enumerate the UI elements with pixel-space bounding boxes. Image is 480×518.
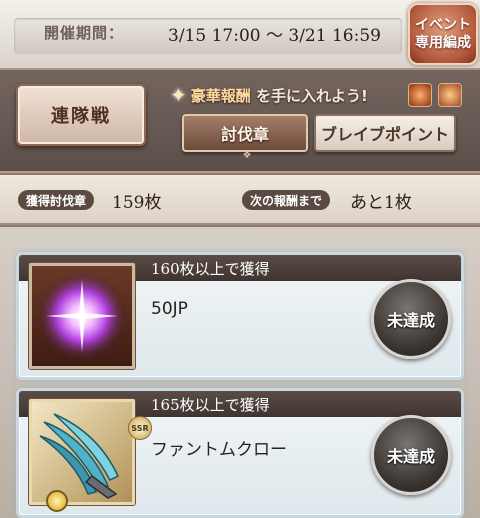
tab-subjugation-badge[interactable]: 討伐章 — [182, 114, 308, 152]
status-button[interactable]: 未達成 — [371, 279, 451, 359]
acquired-label: 獲得討伐章 — [18, 190, 95, 210]
reward-banner-text-b: を手に入れよう! — [256, 86, 368, 105]
item-frame: SSR — [29, 399, 152, 512]
reward-banner-text-a: 豪華報酬 — [190, 86, 251, 105]
period-label: 開催期間： — [44, 24, 125, 42]
item-name: ファントムクロー — [151, 440, 287, 460]
acquired-value: 159枚 — [112, 193, 162, 213]
rarity-badge: SSR — [128, 416, 152, 440]
tab-brave-point[interactable]: ブレイブポイント — [314, 114, 456, 152]
period-value: 3/15 17:00 〜 3/21 16:59 — [168, 26, 381, 46]
event-formation-button[interactable]: イベント 専用編成 — [408, 3, 478, 65]
reward-threshold: 165枚以上で獲得 — [151, 396, 270, 414]
battle-button[interactable]: 連隊戦 — [16, 84, 146, 146]
reward-preview-icon — [438, 83, 462, 107]
reward-banner: ✦ 豪華報酬 を手に入れよう! — [170, 80, 473, 110]
event-badge-line1: イベント — [415, 17, 471, 33]
ornament-icon: ❖ — [242, 150, 252, 161]
element-icon — [46, 490, 68, 512]
event-badge-line2: 専用編成 — [415, 35, 471, 51]
reward-threshold: 160枚以上で獲得 — [151, 260, 270, 278]
next-reward-label: 次の報酬まで — [242, 190, 331, 210]
reward-card: 165枚以上で獲得 SSR ファントムクロー 未達成 — [16, 388, 464, 518]
reward-banner-text: 豪華報酬 を手に入れよう! — [191, 85, 368, 106]
glowing-orb-icon — [36, 270, 128, 362]
status-button[interactable]: 未達成 — [371, 415, 451, 495]
reward-card: 160枚以上で獲得 50JP 未達成 — [16, 252, 464, 380]
next-reward-value: あと1枚 — [350, 193, 412, 213]
item-name: 50JP — [151, 299, 188, 319]
reward-preview-icon — [408, 83, 432, 107]
claw-weapon-icon — [39, 413, 119, 499]
sparkle-icon: ✦ — [170, 83, 187, 107]
item-frame — [29, 263, 135, 369]
